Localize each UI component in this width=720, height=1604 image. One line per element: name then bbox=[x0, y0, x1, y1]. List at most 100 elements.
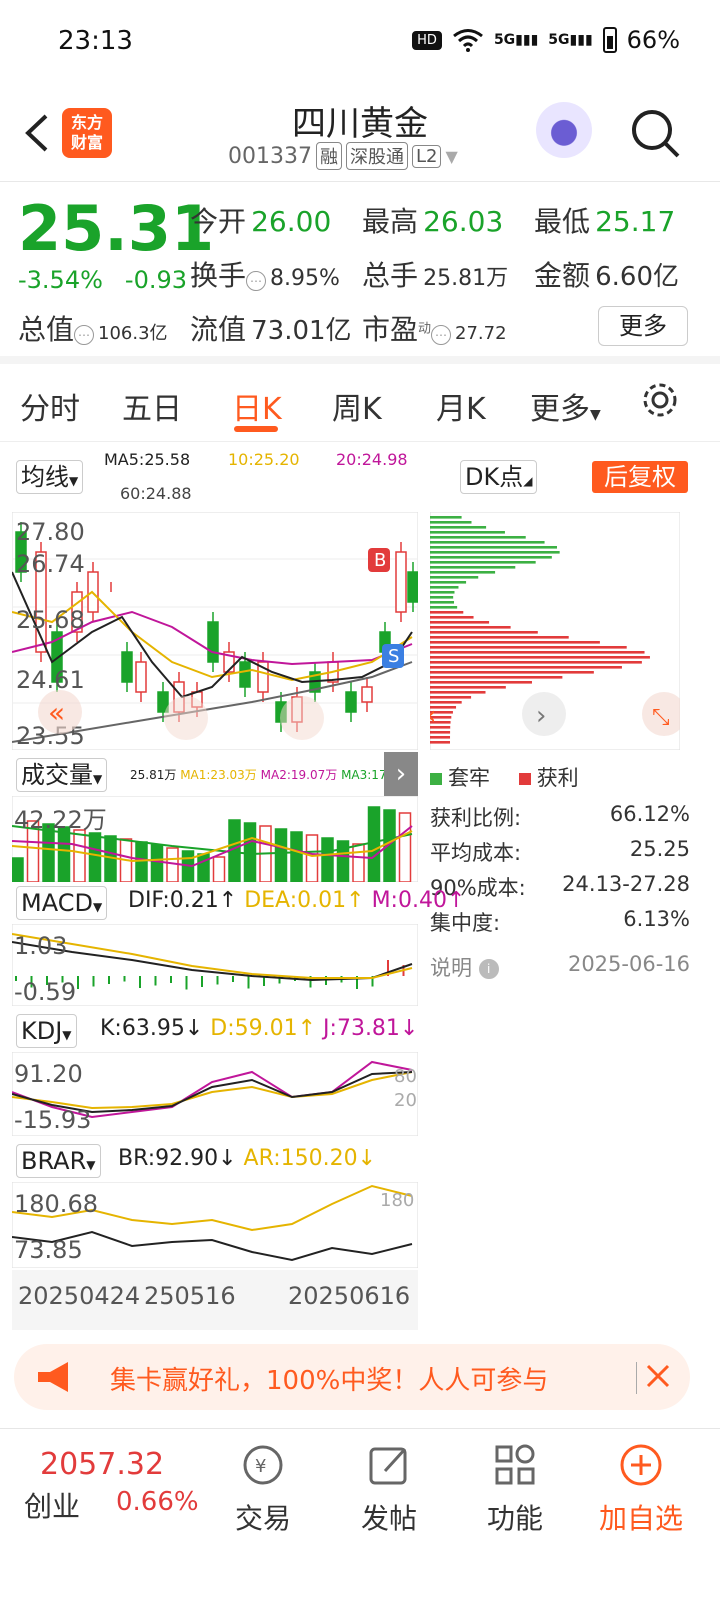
change-percent: -3.54% bbox=[18, 266, 103, 294]
chevron-left-icon: ‹ bbox=[430, 701, 436, 731]
kdj-80-label: 80 bbox=[394, 1066, 417, 1087]
stock-header: 四川黄金 东方 财富 001337 融 深股通 L2 ▼ bbox=[0, 84, 720, 182]
chip-bar bbox=[430, 731, 451, 734]
chip-bar bbox=[430, 531, 505, 534]
index-change: 0.66% bbox=[116, 1487, 199, 1517]
candle-body bbox=[135, 661, 147, 693]
assistant-robot-icon[interactable] bbox=[536, 102, 592, 158]
volume-bar bbox=[305, 834, 319, 882]
tab-daily-k[interactable]: 日K bbox=[232, 384, 282, 428]
chip-bar bbox=[430, 566, 516, 569]
edit-icon bbox=[369, 1447, 407, 1485]
chip-bar bbox=[430, 546, 557, 549]
tab-intraday[interactable]: 分时 bbox=[20, 384, 80, 428]
wifi-icon bbox=[453, 29, 483, 52]
brar-select[interactable]: BRAR▼ bbox=[16, 1144, 101, 1178]
more-quote-button[interactable]: 更多 bbox=[598, 306, 688, 346]
tab-five-day[interactable]: 五日 bbox=[122, 384, 182, 428]
chip-bar bbox=[430, 611, 464, 614]
amount-item: 金额 6.60亿 bbox=[534, 259, 680, 292]
stat-concentration: 集中度: 6.13% bbox=[430, 907, 690, 935]
stat-profit-ratio: 获利比例: 66.12% bbox=[430, 802, 690, 830]
nav-post[interactable]: 发帖 bbox=[334, 1441, 444, 1537]
tab-weekly-k[interactable]: 周K bbox=[332, 384, 382, 428]
date-label-1: 20250424 bbox=[18, 1282, 141, 1310]
battery-icon bbox=[602, 27, 617, 53]
chip-bar bbox=[430, 571, 496, 574]
brar-info-row: BR:92.90↓ AR:150.20↓ bbox=[118, 1146, 377, 1171]
close-icon[interactable] bbox=[636, 1358, 676, 1398]
promo-banner[interactable]: 集卡赢好礼，100%中奖！人人可参与 bbox=[14, 1344, 690, 1410]
chip-bar bbox=[430, 686, 506, 689]
kdj-low-label: -15.93 bbox=[14, 1106, 91, 1134]
ma60-label: 60:24.88 bbox=[120, 484, 192, 503]
macd-select[interactable]: MACD▼ bbox=[16, 886, 108, 920]
chip-bar bbox=[430, 631, 538, 634]
candle-body bbox=[345, 691, 357, 713]
search-icon[interactable] bbox=[628, 106, 682, 160]
kline-main-chart[interactable]: 27.80 26.74 25.68 24.61 23.55 B S « bbox=[12, 512, 418, 750]
tab-monthly-k[interactable]: 月K bbox=[436, 384, 486, 428]
volume-bar bbox=[88, 832, 102, 882]
brar-chart: 180.68 73.85 180 bbox=[12, 1182, 418, 1268]
chip-bar bbox=[430, 516, 462, 519]
margin-tag: 融 bbox=[315, 142, 342, 170]
open-item: 今开 26.00 bbox=[190, 205, 332, 238]
stock-code: 001337 bbox=[228, 143, 312, 169]
chip-bar bbox=[430, 696, 472, 699]
chip-bar bbox=[430, 691, 486, 694]
chip-bar bbox=[430, 741, 451, 744]
y-label-3: 25.68 bbox=[16, 606, 85, 634]
chip-bar bbox=[430, 666, 622, 669]
volume-bar bbox=[352, 843, 365, 882]
chip-bar bbox=[430, 586, 459, 589]
banner-text: 集卡赢好礼，100%中奖！人人可参与 bbox=[110, 1366, 549, 1396]
chip-bar bbox=[430, 616, 474, 619]
grid-icon bbox=[495, 1444, 535, 1485]
app-logo[interactable]: 东方 财富 bbox=[62, 108, 112, 158]
kdj-info-row: K:63.95↓ D:59.01↑ J:73.81↓ bbox=[100, 1016, 419, 1041]
ma-select[interactable]: 均线▼ bbox=[16, 460, 84, 494]
chip-bar bbox=[430, 536, 526, 539]
chip-bar bbox=[430, 681, 532, 684]
nav-trade[interactable]: ¥ 交易 bbox=[208, 1441, 318, 1537]
chevron-right-icon[interactable]: › bbox=[384, 752, 418, 796]
nav-functions[interactable]: 功能 bbox=[460, 1441, 570, 1537]
chevron-down-icon[interactable]: ▼ bbox=[445, 147, 457, 166]
candle-body bbox=[407, 571, 418, 603]
info-icon: ⋯ bbox=[74, 324, 95, 345]
back-arrow-icon[interactable] bbox=[18, 108, 58, 158]
index-name[interactable]: 创业 bbox=[24, 1485, 80, 1525]
signal-icon-2: 5G▮▮▮ bbox=[548, 32, 593, 48]
chip-bar bbox=[430, 576, 479, 579]
stock-code-row: 001337 融 深股通 L2 ▼ bbox=[228, 142, 458, 170]
tab-more[interactable]: 更多▼ bbox=[530, 384, 601, 428]
candle-body bbox=[239, 661, 251, 688]
dk-select[interactable]: DK点◢ bbox=[460, 460, 538, 494]
date-label-2: 250516 bbox=[144, 1282, 236, 1310]
volume-bar bbox=[73, 829, 86, 882]
float-item: 流值 73.01亿 bbox=[190, 313, 352, 346]
volume-bar bbox=[290, 831, 303, 882]
ma10-label: 10:25.20 bbox=[228, 450, 300, 469]
volume-max-label: 42.22万 bbox=[14, 806, 107, 834]
kdj-select[interactable]: KDJ▼ bbox=[16, 1014, 77, 1048]
chip-bar bbox=[430, 526, 487, 529]
info-icon: ⋯ bbox=[246, 270, 267, 291]
gear-icon[interactable] bbox=[640, 380, 680, 420]
hd-icon: HD bbox=[412, 30, 442, 50]
nav-add-watchlist[interactable]: 加自选 bbox=[586, 1441, 696, 1537]
l2-tag: L2 bbox=[411, 144, 442, 168]
chip-bar bbox=[430, 606, 458, 609]
double-chevron-left-icon: « bbox=[48, 696, 65, 729]
chip-bar bbox=[430, 636, 569, 639]
macd-chart: 1.03 -0.59 bbox=[12, 924, 418, 1006]
low-item: 最低 25.17 bbox=[534, 205, 676, 238]
brar-low-label: 73.85 bbox=[14, 1236, 83, 1264]
volume-select[interactable]: 成交量▼ bbox=[16, 758, 108, 792]
chip-bar bbox=[430, 591, 455, 594]
index-value[interactable]: 2057.32 bbox=[40, 1447, 164, 1482]
chip-bar bbox=[430, 626, 511, 629]
bottom-bar: 2057.32 创业 0.66% ¥ 交易 发帖 功能 加自选 bbox=[0, 1428, 720, 1604]
adjust-button[interactable]: 后复权 bbox=[592, 461, 688, 493]
